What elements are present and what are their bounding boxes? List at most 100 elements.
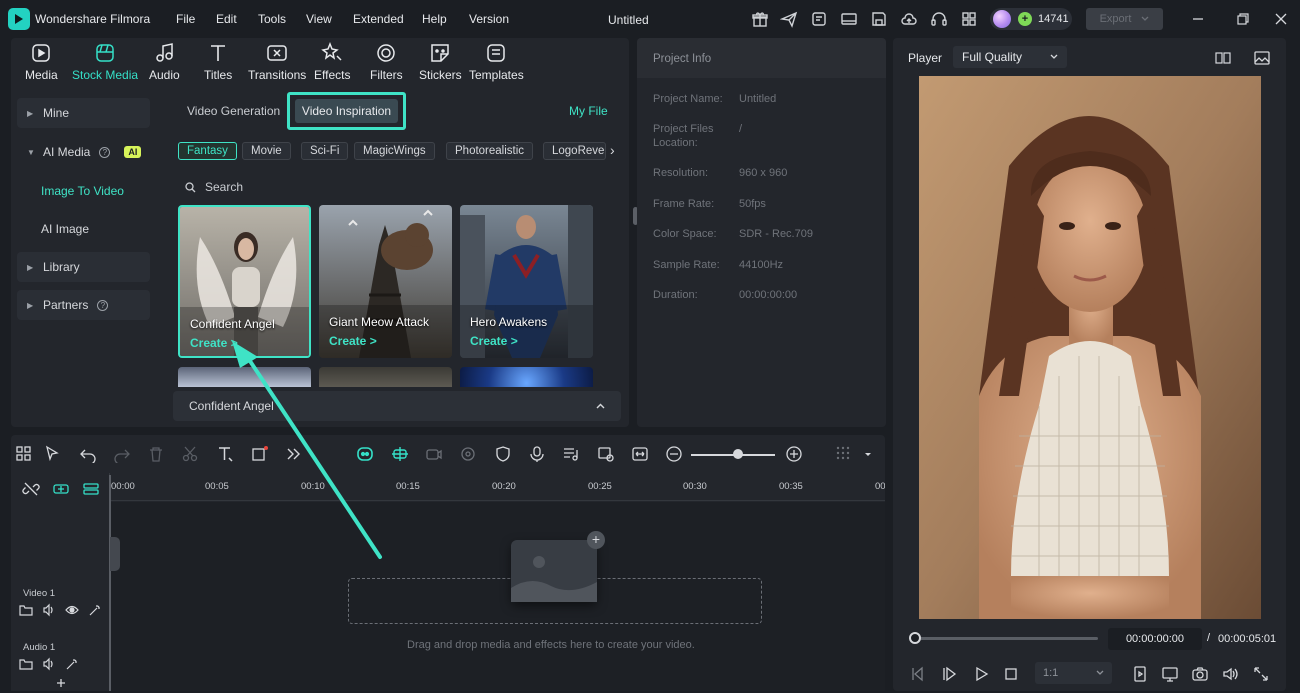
sidebar-item-ai-media[interactable]: ▼ AI Media ? AI [17, 137, 150, 167]
layout-grid-icon[interactable] [15, 445, 33, 463]
template-card-thumbnail[interactable] [460, 367, 593, 387]
display-icon[interactable] [1161, 665, 1179, 683]
mark-clip-icon[interactable] [1131, 665, 1149, 683]
auto-beat-icon[interactable] [391, 445, 409, 463]
search-field[interactable]: Search [185, 180, 243, 194]
volume-icon[interactable] [1221, 665, 1239, 683]
tool-stock-media[interactable]: Stock Media [72, 42, 138, 90]
help-icon[interactable]: ? [99, 146, 111, 158]
sidebar-item-partners[interactable]: ▶ Partners ? [17, 290, 150, 320]
layout-icon[interactable] [840, 10, 858, 28]
screen-record-icon[interactable] [810, 10, 828, 28]
credits-pill[interactable]: + 14741 [990, 8, 1072, 30]
fullscreen-icon[interactable] [1252, 665, 1270, 683]
redo-icon[interactable] [113, 445, 131, 463]
my-file-link[interactable]: My File [569, 104, 608, 118]
menu-view[interactable]: View [306, 12, 332, 26]
template-card-confident-angel[interactable]: Confident Angel Create > [178, 205, 311, 358]
selected-template-bar[interactable]: Confident Angel [173, 391, 621, 421]
aspect-ratio-select[interactable]: 1:1 [1035, 662, 1112, 684]
chip-photorealistic[interactable]: Photorealistic [446, 142, 534, 160]
timeline-ruler[interactable]: 00:00 00:05 00:10 00:15 00:20 00:25 00:3… [111, 473, 885, 501]
image-snapshot-icon[interactable] [1253, 49, 1271, 67]
template-card-giant-meow-attack[interactable]: Giant Meow Attack Create > [319, 205, 452, 358]
template-card-hero-awakens[interactable]: Hero Awakens Create > [460, 205, 593, 358]
menu-file[interactable]: File [176, 12, 195, 26]
delete-icon[interactable] [147, 445, 165, 463]
microphone-icon[interactable] [528, 445, 546, 463]
camera-snapshot-icon[interactable] [1191, 665, 1209, 683]
menu-version[interactable]: Version [469, 12, 509, 26]
chip-movie[interactable]: Movie [242, 142, 291, 160]
audio-list-icon[interactable] [562, 445, 580, 463]
undo-icon[interactable] [79, 445, 97, 463]
prev-frame-icon[interactable] [909, 665, 927, 683]
chip-logoreve[interactable]: LogoReve [543, 142, 606, 160]
cloud-upload-icon[interactable] [900, 10, 918, 28]
ai-assistant-icon[interactable] [356, 445, 374, 463]
magic-wand-icon[interactable] [65, 657, 79, 671]
video-camera-icon[interactable] [425, 445, 443, 463]
tool-titles[interactable]: Titles [204, 42, 232, 90]
fit-width-icon[interactable] [631, 445, 649, 463]
tool-filters[interactable]: Filters [370, 42, 403, 90]
add-media-icon[interactable]: + [587, 531, 605, 549]
shield-icon[interactable] [494, 445, 512, 463]
tool-stickers[interactable]: Stickers [419, 42, 462, 90]
stop-icon[interactable] [1002, 665, 1020, 683]
avatar[interactable] [993, 10, 1011, 28]
chevron-up-icon[interactable] [596, 403, 605, 409]
playhead-grip[interactable] [110, 537, 120, 571]
apps-grid-icon[interactable] [960, 10, 978, 28]
menu-help[interactable]: Help [422, 12, 447, 26]
help-icon[interactable]: ? [97, 299, 109, 311]
zoom-out-icon[interactable] [665, 445, 683, 463]
sidebar-item-ai-image[interactable]: AI Image [41, 222, 89, 236]
drag-handle-icon[interactable] [834, 445, 852, 463]
template-card-thumbnail[interactable] [319, 367, 452, 387]
card-create-link[interactable]: Create > [190, 336, 238, 350]
save-icon[interactable] [870, 10, 888, 28]
export-button[interactable]: Export [1086, 8, 1163, 30]
add-audio-track-icon[interactable] [82, 480, 100, 498]
menu-tools[interactable]: Tools [258, 12, 286, 26]
add-video-track-icon[interactable] [52, 480, 70, 498]
menu-edit[interactable]: Edit [216, 12, 237, 26]
video-preview[interactable] [919, 76, 1261, 619]
tab-video-inspiration[interactable]: Video Inspiration [287, 92, 406, 130]
folder-icon[interactable] [19, 657, 33, 671]
motion-track-icon[interactable] [459, 445, 477, 463]
tool-media[interactable]: Media [25, 42, 58, 90]
play-icon[interactable] [972, 665, 990, 683]
folder-icon[interactable] [19, 603, 33, 617]
text-tool-icon[interactable] [216, 445, 234, 463]
menu-extended[interactable]: Extended [353, 12, 404, 26]
close-icon[interactable] [1273, 11, 1289, 27]
speaker-icon[interactable] [42, 603, 56, 617]
tool-transitions[interactable]: Transitions [248, 42, 306, 90]
caret-down-icon[interactable] [859, 445, 877, 463]
sidebar-item-mine[interactable]: ▶ Mine [17, 98, 150, 128]
send-icon[interactable] [780, 10, 798, 28]
headset-support-icon[interactable] [930, 10, 948, 28]
chip-fantasy[interactable]: Fantasy [178, 142, 237, 160]
chip-sci-fi[interactable]: Sci-Fi [301, 142, 349, 160]
zoom-in-icon[interactable] [785, 445, 803, 463]
select-cursor-icon[interactable] [44, 445, 62, 463]
playback-scrubber-handle[interactable] [909, 632, 921, 644]
tool-templates[interactable]: Templates [469, 42, 524, 90]
magic-wand-icon[interactable] [88, 603, 102, 617]
play-reverse-icon[interactable] [941, 665, 959, 683]
tool-audio[interactable]: Audio [149, 42, 180, 90]
template-card-thumbnail[interactable] [178, 367, 311, 387]
sidebar-item-image-to-video[interactable]: Image To Video [41, 184, 124, 198]
card-create-link[interactable]: Create > [329, 334, 377, 348]
tool-effects[interactable]: Effects [314, 42, 350, 90]
crop-record-icon[interactable] [251, 445, 269, 463]
speaker-icon[interactable] [42, 657, 56, 671]
scissors-icon[interactable] [181, 445, 199, 463]
tab-video-generation[interactable]: Video Generation [187, 104, 280, 118]
media-settings-icon[interactable] [597, 445, 615, 463]
quality-select[interactable]: Full Quality [953, 46, 1067, 68]
zoom-slider-handle[interactable] [733, 449, 743, 459]
